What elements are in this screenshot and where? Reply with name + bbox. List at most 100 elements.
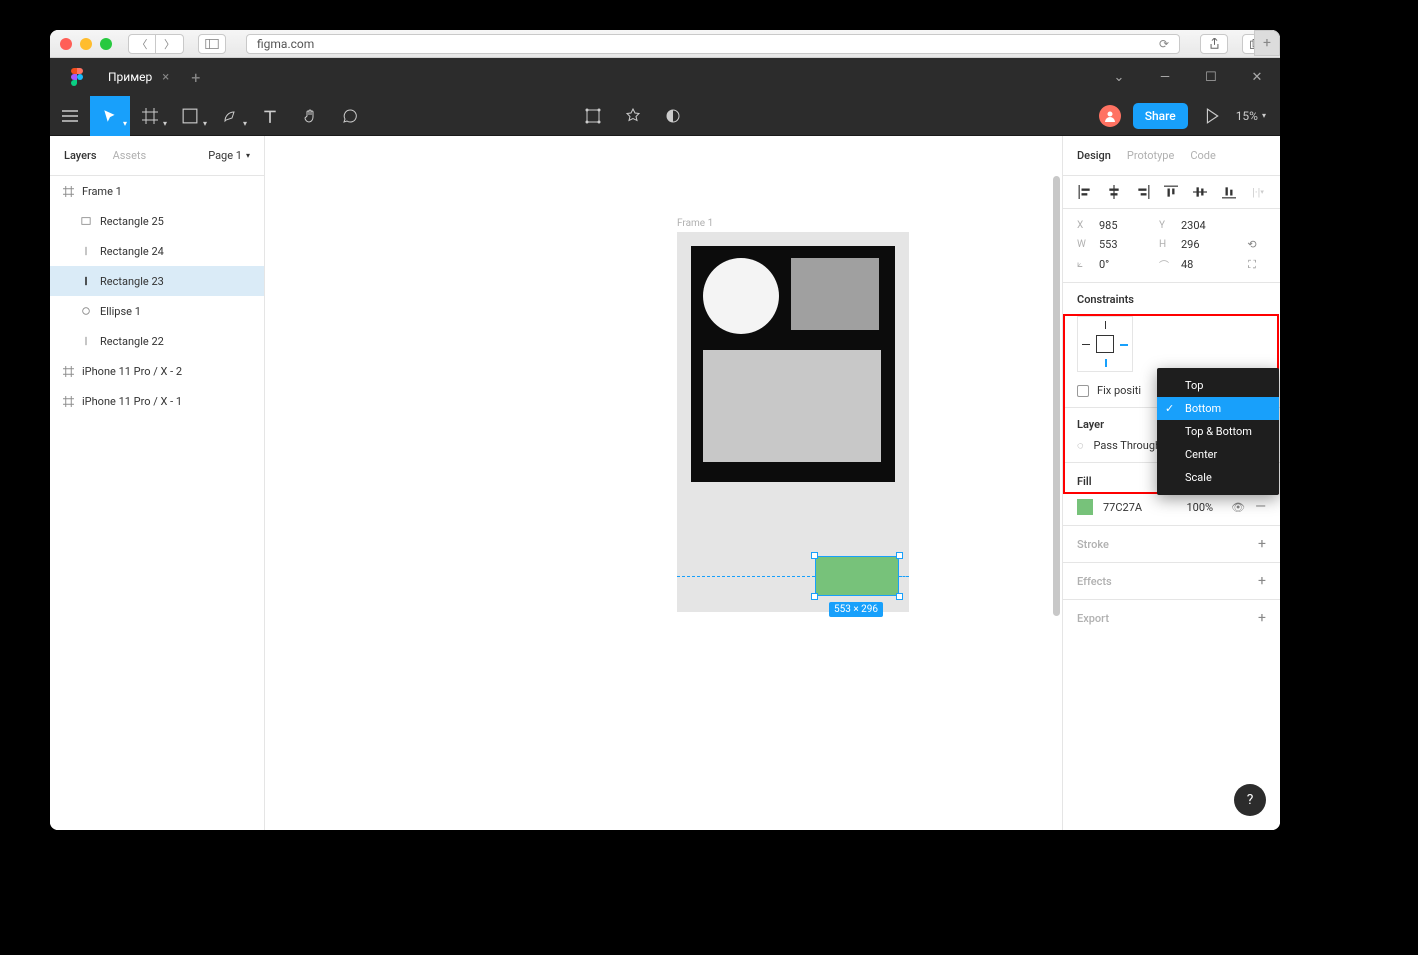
right-panel: Design Prototype Code |·|▾ X 98 bbox=[1062, 136, 1280, 830]
frame-label[interactable]: Frame 1 bbox=[677, 218, 713, 229]
canvas-rectangle-25[interactable] bbox=[703, 350, 881, 462]
prototype-tab[interactable]: Prototype bbox=[1127, 149, 1174, 162]
align-hcenter-icon[interactable] bbox=[1106, 184, 1122, 200]
selection-handle[interactable] bbox=[811, 593, 818, 600]
tab-close-icon[interactable]: × bbox=[162, 70, 169, 85]
layers-tab[interactable]: Layers bbox=[64, 149, 97, 162]
menu-button[interactable] bbox=[50, 96, 90, 136]
figma-file-tab[interactable]: Пример × bbox=[96, 58, 181, 96]
align-right-icon[interactable] bbox=[1135, 184, 1151, 200]
canvas-scrollbar[interactable] bbox=[1053, 176, 1060, 616]
chevron-down-icon[interactable]: ⌄ bbox=[1096, 58, 1142, 96]
remove-fill-button[interactable]: — bbox=[1255, 499, 1266, 515]
user-avatar-icon[interactable] bbox=[1099, 105, 1121, 127]
component-tool-icon[interactable] bbox=[573, 96, 613, 136]
frame-tool-button[interactable]: ▾ bbox=[130, 96, 170, 136]
dropdown-option[interactable]: ✓Bottom bbox=[1157, 397, 1279, 420]
add-stroke-button[interactable]: + bbox=[1258, 536, 1266, 552]
rotation-input[interactable]: 0° bbox=[1099, 258, 1151, 271]
boolean-tool-icon[interactable] bbox=[653, 96, 693, 136]
h-input[interactable]: 296 bbox=[1181, 238, 1233, 251]
layer-icon bbox=[80, 305, 92, 317]
align-bottom-icon[interactable] bbox=[1221, 184, 1237, 200]
align-top-icon[interactable] bbox=[1163, 184, 1179, 200]
sidebar-toggle-button[interactable] bbox=[198, 34, 226, 54]
win-close-icon[interactable]: ✕ bbox=[1234, 58, 1280, 96]
pen-tool-button[interactable]: ▾ bbox=[210, 96, 250, 136]
layer-title: Layer bbox=[1077, 418, 1104, 431]
selection-handle[interactable] bbox=[896, 552, 903, 559]
layer-item[interactable]: Rectangle 25 bbox=[50, 206, 264, 236]
new-browser-tab-button[interactable]: + bbox=[1254, 30, 1280, 56]
constraint-dropdown[interactable]: Top✓Bottom Top & Bottom CenterScale bbox=[1157, 368, 1279, 495]
add-export-button[interactable]: + bbox=[1258, 610, 1266, 626]
win-minimize-icon[interactable]: — bbox=[1142, 58, 1188, 96]
url-bar[interactable]: figma.com ⟳ bbox=[246, 34, 1180, 54]
nav-back-button[interactable]: 〈 bbox=[128, 34, 156, 54]
canvas-rectangle-24[interactable] bbox=[791, 258, 879, 330]
nav-forward-button[interactable]: 〉 bbox=[156, 34, 184, 54]
fill-swatch[interactable] bbox=[1077, 499, 1093, 515]
fix-position-checkbox[interactable] bbox=[1077, 385, 1089, 397]
canvas-rectangle-22[interactable] bbox=[691, 246, 895, 482]
dropdown-option[interactable]: Center bbox=[1157, 443, 1279, 466]
comment-tool-button[interactable] bbox=[330, 96, 370, 136]
fill-opacity-input[interactable]: 100% bbox=[1186, 501, 1213, 514]
radius-input[interactable]: 48 bbox=[1181, 258, 1233, 271]
window-minimize-icon[interactable] bbox=[80, 38, 92, 50]
layer-item[interactable]: Rectangle 24 bbox=[50, 236, 264, 266]
share-button[interactable]: Share bbox=[1133, 103, 1188, 129]
figma-body: Layers Assets Page 1 ▾ Frame 1Rectangle … bbox=[50, 136, 1280, 830]
canvas-frame[interactable] bbox=[677, 232, 909, 612]
layer-item[interactable]: Ellipse 1 bbox=[50, 296, 264, 326]
align-vcenter-icon[interactable] bbox=[1192, 184, 1208, 200]
link-wh-icon[interactable]: ⟲ bbox=[1241, 238, 1263, 251]
page-selector[interactable]: Page 1 ▾ bbox=[208, 149, 250, 162]
design-tab[interactable]: Design bbox=[1077, 149, 1111, 162]
win-maximize-icon[interactable]: ☐ bbox=[1188, 58, 1234, 96]
move-tool-button[interactable]: ▾ bbox=[90, 96, 130, 136]
layer-item[interactable]: Frame 1 bbox=[50, 176, 264, 206]
new-figma-tab-button[interactable]: + bbox=[181, 68, 210, 87]
share-browser-button[interactable] bbox=[1200, 34, 1228, 54]
layer-item[interactable]: iPhone 11 Pro / X - 1 bbox=[50, 386, 264, 416]
shape-tool-button[interactable]: ▾ bbox=[170, 96, 210, 136]
zoom-selector[interactable]: 15% ▾ bbox=[1236, 109, 1266, 123]
present-button[interactable] bbox=[1200, 96, 1224, 136]
x-input[interactable]: 985 bbox=[1099, 219, 1151, 232]
window-close-icon[interactable] bbox=[60, 38, 72, 50]
distribute-icon[interactable]: |·|▾ bbox=[1250, 184, 1266, 200]
canvas[interactable]: Frame 1 553 × 296 bbox=[265, 136, 1062, 830]
assets-tab[interactable]: Assets bbox=[113, 149, 147, 162]
add-effect-button[interactable]: + bbox=[1258, 573, 1266, 589]
layer-item[interactable]: iPhone 11 Pro / X - 2 bbox=[50, 356, 264, 386]
refresh-icon[interactable]: ⟳ bbox=[1159, 37, 1169, 51]
figma-logo-icon[interactable] bbox=[68, 68, 86, 86]
code-tab[interactable]: Code bbox=[1190, 149, 1215, 162]
independent-corners-icon[interactable]: ⛶ bbox=[1241, 258, 1263, 272]
hand-tool-button[interactable] bbox=[290, 96, 330, 136]
fill-hex-input[interactable]: 77C27A bbox=[1103, 501, 1142, 514]
page-label: Page 1 bbox=[208, 149, 242, 162]
align-controls: |·|▾ bbox=[1063, 176, 1280, 209]
dropdown-option[interactable]: Top bbox=[1157, 374, 1279, 397]
selection-handle[interactable] bbox=[811, 552, 818, 559]
text-tool-button[interactable] bbox=[250, 96, 290, 136]
y-input[interactable]: 2304 bbox=[1181, 219, 1233, 232]
canvas-selected-rectangle-23[interactable] bbox=[815, 556, 899, 596]
selection-handle[interactable] bbox=[896, 593, 903, 600]
layer-item[interactable]: Rectangle 22 bbox=[50, 326, 264, 356]
dropdown-option[interactable]: Scale bbox=[1157, 466, 1279, 489]
w-input[interactable]: 553 bbox=[1099, 238, 1151, 251]
constraint-widget[interactable] bbox=[1077, 316, 1133, 372]
option-label: Top & Bottom bbox=[1185, 425, 1252, 438]
layer-item[interactable]: Rectangle 23 bbox=[50, 266, 264, 296]
fill-visibility-icon[interactable]: 👁 bbox=[1231, 501, 1245, 514]
align-left-icon[interactable] bbox=[1077, 184, 1093, 200]
canvas-ellipse-1[interactable] bbox=[703, 258, 779, 334]
dropdown-option[interactable]: Top & Bottom bbox=[1157, 420, 1279, 443]
window-zoom-icon[interactable] bbox=[100, 38, 112, 50]
blend-mode-icon[interactable]: ◌ bbox=[1077, 439, 1084, 452]
help-button[interactable]: ? bbox=[1234, 784, 1266, 816]
mask-tool-icon[interactable] bbox=[613, 96, 653, 136]
